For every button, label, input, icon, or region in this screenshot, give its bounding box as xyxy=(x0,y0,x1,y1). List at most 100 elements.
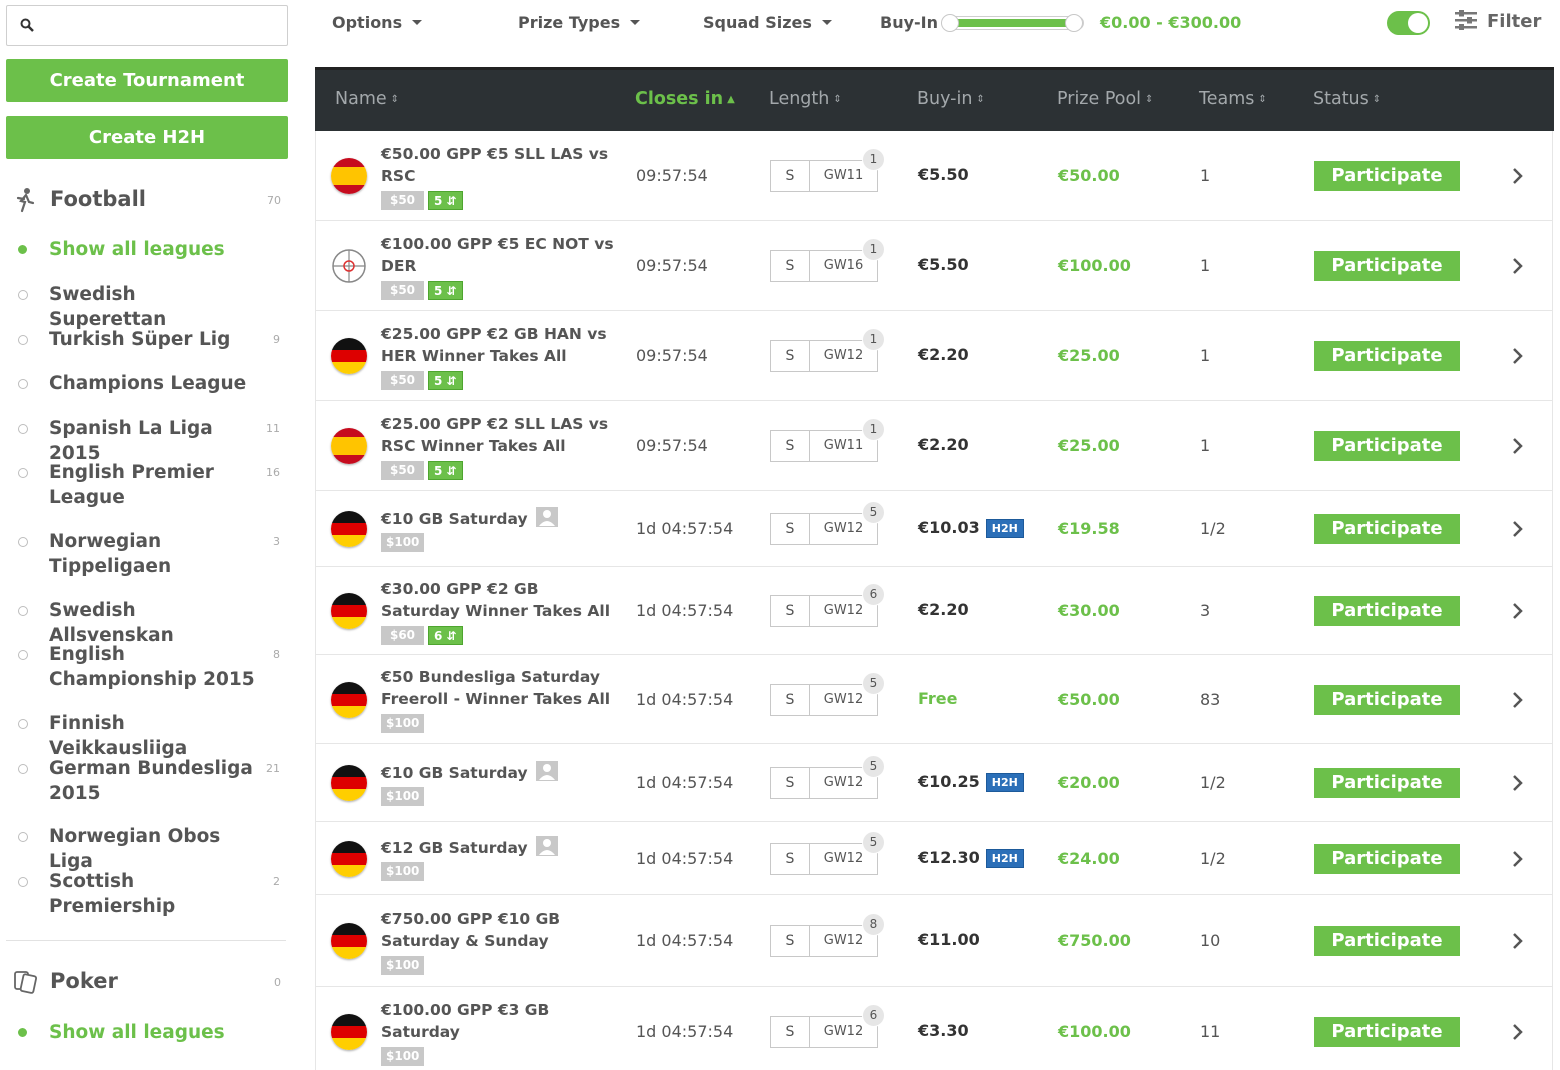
buyin-slider-min-handle[interactable] xyxy=(941,14,959,32)
league-name: Spanish La Liga 2015 xyxy=(49,418,213,464)
participate-button[interactable]: Participate xyxy=(1314,1017,1460,1047)
sport-header-football[interactable]: Football 70 xyxy=(12,183,287,219)
column-header-buyin-label: Buy-in xyxy=(917,89,973,109)
column-header-name[interactable]: Name ⇕ xyxy=(335,89,399,109)
tournament-name[interactable]: €100.00 GPP €3 GB Saturday xyxy=(381,999,616,1043)
participate-button[interactable]: Participate xyxy=(1314,684,1460,715)
filter-button[interactable]: Filter xyxy=(1455,10,1541,32)
participate-button[interactable]: Participate xyxy=(1314,596,1460,626)
tournament-tags: $50 5 ⇵ xyxy=(381,460,467,480)
length-indicator: S GW11 xyxy=(770,430,878,462)
participate-button[interactable]: Participate xyxy=(1314,926,1460,956)
buyin-slider-max-handle[interactable] xyxy=(1065,14,1083,32)
length-count-badge: 6 xyxy=(862,583,885,606)
chevron-right-icon[interactable] xyxy=(1510,518,1526,540)
tournament-name[interactable]: €750.00 GPP €10 GB Saturday & Sunday xyxy=(381,908,616,952)
sport-header-poker[interactable]: Poker 0 xyxy=(12,965,287,1001)
length-indicator: S GW12 xyxy=(770,925,878,957)
length-count-badge: 1 xyxy=(862,238,885,261)
prize-pool-value: €750.00 xyxy=(1058,931,1131,950)
prize-pool-value: €19.58 xyxy=(1058,519,1120,538)
spain-flag-icon xyxy=(331,158,367,194)
squad-size-badge: 5 ⇵ xyxy=(428,370,463,390)
tournament-name[interactable]: €100.00 GPP €5 EC NOT vs DER xyxy=(381,233,616,277)
teams-value: 11 xyxy=(1200,1022,1221,1041)
tournament-name[interactable]: €50 Bundesliga Saturday Freeroll - Winne… xyxy=(381,666,616,710)
column-header-closes[interactable]: Closes in ▲ xyxy=(635,89,735,109)
table-row[interactable]: €50.00 GPP €5 SLL LAS vs RSC $50 5 ⇵ 09:57:… xyxy=(316,131,1552,221)
table-row[interactable]: €750.00 GPP €10 GB Saturday & Sunday $100… xyxy=(316,895,1552,987)
chevron-right-icon[interactable] xyxy=(1510,600,1526,622)
length-count-badge: 1 xyxy=(862,148,885,171)
sport-name: Poker xyxy=(50,969,118,993)
participate-button[interactable]: Participate xyxy=(1314,514,1460,544)
squad-sizes-dropdown-label: Squad Sizes xyxy=(703,13,812,32)
chevron-right-icon[interactable] xyxy=(1510,772,1526,794)
sort-icon: ⇕ xyxy=(390,94,400,105)
tournament-name[interactable]: €25.00 GPP €2 SLL LAS vs RSC Winner Take… xyxy=(381,413,616,457)
table-row[interactable]: €25.00 GPP €2 GB HAN vs HER Winner Takes… xyxy=(316,311,1552,401)
participate-button[interactable]: Participate xyxy=(1314,431,1460,461)
table-row[interactable]: €25.00 GPP €2 SLL LAS vs RSC Winner Take… xyxy=(316,401,1552,491)
league-name: Scottish Premiership xyxy=(49,871,176,917)
chevron-right-icon[interactable] xyxy=(1510,255,1526,277)
squad-size-badge: 5 ⇵ xyxy=(428,460,463,480)
league-count: 3 xyxy=(273,535,280,548)
participate-button[interactable]: Participate xyxy=(1314,161,1460,191)
table-row[interactable]: €10 GB Saturday $100 1d 04:57:54 S GW12 5 €10.… xyxy=(316,491,1552,567)
tournament-name[interactable]: €50.00 GPP €5 SLL LAS vs RSC xyxy=(381,143,616,187)
tournament-name[interactable]: €10 GB Saturday xyxy=(381,506,616,530)
germany-flag-icon xyxy=(331,338,367,374)
closes-in: 1d 04:57:54 xyxy=(636,601,734,620)
participate-button[interactable]: Participate xyxy=(1314,768,1460,798)
column-header-status[interactable]: Status ⇕ xyxy=(1313,89,1381,109)
table-row[interactable]: €100.00 GPP €3 GB Saturday $100 1d 04:57:5… xyxy=(316,987,1552,1070)
league-count: 21 xyxy=(266,762,280,775)
options-dropdown[interactable]: Options xyxy=(332,13,423,32)
search-input[interactable] xyxy=(47,12,277,40)
prize-types-dropdown-label: Prize Types xyxy=(518,13,621,32)
table-row[interactable]: €30.00 GPP €2 GB Saturday Winner Takes A… xyxy=(316,567,1552,655)
tournament-tags: $100 xyxy=(381,862,428,881)
chevron-right-icon[interactable] xyxy=(1510,165,1526,187)
table-row[interactable]: €50 Bundesliga Saturday Freeroll - Winne… xyxy=(316,655,1552,744)
chevron-right-icon[interactable] xyxy=(1510,930,1526,952)
buyin-amount: €2.20 xyxy=(918,345,969,364)
squad-sizes-dropdown[interactable]: Squad Sizes xyxy=(703,13,832,32)
create-h2h-button[interactable]: Create H2H xyxy=(6,116,288,159)
table-row[interactable]: €12 GB Saturday $100 1d 04:57:54 S GW12 5 €12.… xyxy=(316,822,1552,895)
table-row[interactable]: €10 GB Saturday $100 1d 04:57:54 S GW12 5 €10.… xyxy=(316,744,1552,822)
filter-toggle[interactable] xyxy=(1387,11,1430,35)
tournament-name-text: €30.00 GPP €2 GB Saturday Winner Takes A… xyxy=(381,579,611,620)
entry-fee-badge: $50 xyxy=(381,190,424,210)
prize-pool-value: €25.00 xyxy=(1058,346,1120,365)
prize-types-dropdown[interactable]: Prize Types xyxy=(518,13,641,32)
search-box[interactable] xyxy=(6,5,288,46)
radio-bullet-icon xyxy=(18,764,28,774)
chevron-right-icon[interactable] xyxy=(1510,435,1526,457)
participate-button[interactable]: Participate xyxy=(1314,843,1460,874)
tournament-name[interactable]: €10 GB Saturday xyxy=(381,760,616,784)
league-name: Show all leagues xyxy=(49,239,225,260)
create-tournament-button[interactable]: Create Tournament xyxy=(6,59,288,102)
chevron-right-icon[interactable] xyxy=(1510,848,1526,870)
tournament-name[interactable]: €12 GB Saturday xyxy=(381,836,616,859)
buyin-range-slider[interactable] xyxy=(941,14,1084,32)
sliders-icon xyxy=(1455,10,1477,31)
chevron-right-icon[interactable] xyxy=(1510,689,1526,711)
table-row[interactable]: €100.00 GPP €5 EC NOT vs DER $50 5 ⇵ 09:57:… xyxy=(316,221,1552,311)
column-header-length[interactable]: Length ⇕ xyxy=(769,89,842,109)
h2h-badge: H2H xyxy=(985,773,1024,792)
chevron-right-icon[interactable] xyxy=(1510,345,1526,367)
tournament-name[interactable]: €25.00 GPP €2 GB HAN vs HER Winner Takes… xyxy=(381,323,616,367)
chevron-right-icon[interactable] xyxy=(1510,1021,1526,1043)
column-header-teams[interactable]: Teams ⇕ xyxy=(1199,89,1267,109)
closes-in: 09:57:54 xyxy=(636,256,708,275)
search-icon xyxy=(20,18,34,32)
column-header-buyin[interactable]: Buy-in ⇕ xyxy=(917,89,985,109)
length-season-label: S xyxy=(771,431,810,461)
participate-button[interactable]: Participate xyxy=(1314,341,1460,371)
column-header-prize[interactable]: Prize Pool ⇕ xyxy=(1057,89,1153,109)
participate-button[interactable]: Participate xyxy=(1314,251,1460,281)
tournament-name[interactable]: €30.00 GPP €2 GB Saturday Winner Takes A… xyxy=(381,578,616,622)
